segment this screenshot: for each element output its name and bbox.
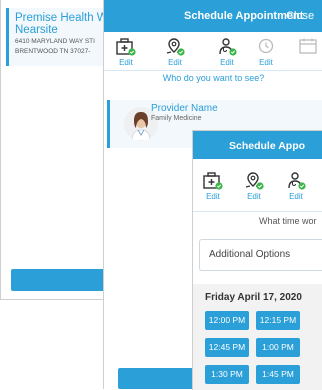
step-location[interactable]: Edit <box>239 171 269 201</box>
location-card[interactable]: Premise Health Well Nearsite 6410 MARYLA… <box>6 8 117 66</box>
step-bar: Edit Edit Edit <box>193 167 322 209</box>
doctor-icon <box>288 172 306 190</box>
step-edit-label[interactable]: Edit <box>160 58 190 67</box>
step-clinic[interactable]: Edit <box>198 171 228 201</box>
step-doctor[interactable]: Edit <box>212 37 242 67</box>
location-pin-icon <box>245 172 264 190</box>
provider-specialty: Family Medicine <box>151 115 202 122</box>
time-slot-button[interactable]: 1:45 PM <box>256 365 300 384</box>
calendar-icon <box>299 38 317 54</box>
step-time[interactable]: Edit <box>251 37 281 67</box>
header-bar: Schedule Appo <box>193 131 322 159</box>
step-edit-label[interactable]: Edit <box>198 192 228 201</box>
location-pin-icon <box>166 38 185 56</box>
step-edit-label[interactable]: Edit <box>239 192 269 201</box>
date-heading: Friday April 17, 2020 <box>205 292 302 303</box>
step-clinic[interactable]: Edit <box>111 37 141 67</box>
clinic-icon <box>203 172 223 190</box>
time-slot-button[interactable]: 1:00 PM <box>256 338 300 357</box>
step-edit-label[interactable]: Edit <box>212 58 242 67</box>
time-slot-button[interactable]: 12:00 PM <box>205 311 249 330</box>
step-calendar[interactable] <box>294 37 322 57</box>
time-slot-button[interactable]: 12:45 PM <box>205 338 249 357</box>
step-doctor[interactable]: Edit <box>281 171 311 201</box>
question-text: Who do you want to see? <box>162 73 265 83</box>
step-location[interactable]: Edit <box>160 37 190 67</box>
provider-name: Provider Name <box>151 103 218 114</box>
divider <box>193 211 322 212</box>
location-screen: Premise Health Well Nearsite 6410 MARYLA… <box>0 0 118 300</box>
time-screen: Schedule Appo Edit Edit Edit What time w… <box>192 130 322 390</box>
close-button[interactable]: Close <box>286 10 314 22</box>
additional-options-label: Additional Options <box>209 249 291 260</box>
page-title: Schedule Appo <box>229 140 306 152</box>
doctor-icon <box>219 38 237 56</box>
clock-icon <box>258 38 274 54</box>
step-edit-label[interactable]: Edit <box>111 58 141 67</box>
time-slot-button[interactable]: 12:15 PM <box>256 311 300 330</box>
step-edit-label[interactable]: Edit <box>251 58 281 67</box>
question-text: What time wor <box>259 216 317 226</box>
additional-options-toggle[interactable]: Additional Options <box>199 239 322 271</box>
day-slot-group: Friday April 17, 2020 12:00 PM 12:15 PM … <box>193 284 322 390</box>
continue-button[interactable]: C <box>11 269 117 291</box>
divider <box>104 70 322 71</box>
step-bar: Edit Edit Edit <box>104 33 322 73</box>
step-edit-label[interactable]: Edit <box>281 192 311 201</box>
time-slot-button[interactable]: 1:30 PM <box>205 365 249 384</box>
clinic-icon <box>116 38 136 56</box>
header-bar: Schedule Appointment Close <box>104 0 322 32</box>
